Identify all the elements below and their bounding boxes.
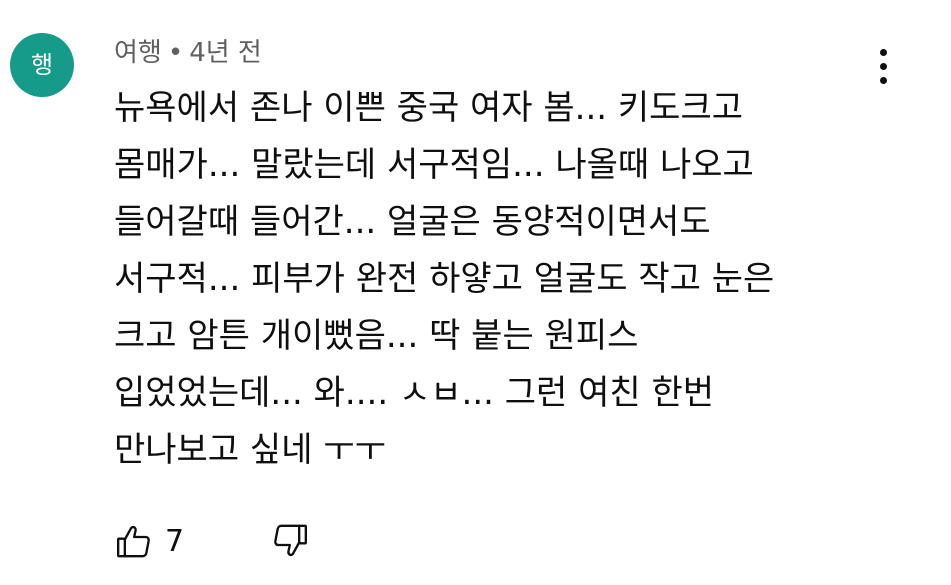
comment-line: 몸매가... 말랐는데 서구적임... 나올때 나오고: [114, 145, 754, 185]
comment-line: 만나보고 싶네 ㅜㅜ: [114, 430, 386, 470]
comment-line: 들어갈때 들어간... 얼굴은 동양적이면서도: [114, 202, 711, 242]
comment-item: 행 여행 • 4년 전 뉴욕에서 존나 이쁜 중국 여자 봄... 키도크고 몸매가…: [0, 0, 951, 585]
thumbs-down-icon: [274, 524, 307, 557]
comment-line: 서구적... 피부가 완전 하얗고 얼굴도 작고 눈은: [114, 259, 775, 299]
timestamp[interactable]: 4년 전: [189, 38, 262, 68]
comment-line: 크고 암튼 개이뻤음... 딱 붙는 원피스: [114, 316, 639, 356]
thumbs-up-icon: [117, 525, 150, 558]
comment-line: 입었었는데... 와.... ㅅㅂ... 그런 여친 한번: [114, 373, 715, 413]
author-name[interactable]: 여행: [114, 38, 162, 68]
like-count: 7: [165, 524, 185, 559]
comment-text: 뉴욕에서 존나 이쁜 중국 여자 봄... 키도크고 몸매가... 말랐는데 서…: [114, 80, 914, 479]
avatar[interactable]: 행: [10, 33, 74, 97]
like-button[interactable]: [114, 522, 154, 562]
comment-line: 뉴욕에서 존나 이쁜 중국 여자 봄... 키도크고: [114, 88, 744, 128]
comment-meta: 여행 • 4년 전: [114, 32, 262, 69]
meta-separator: •: [167, 38, 184, 68]
menu-dot: [880, 49, 887, 56]
menu-dot: [880, 63, 887, 70]
dislike-button[interactable]: [270, 520, 310, 560]
